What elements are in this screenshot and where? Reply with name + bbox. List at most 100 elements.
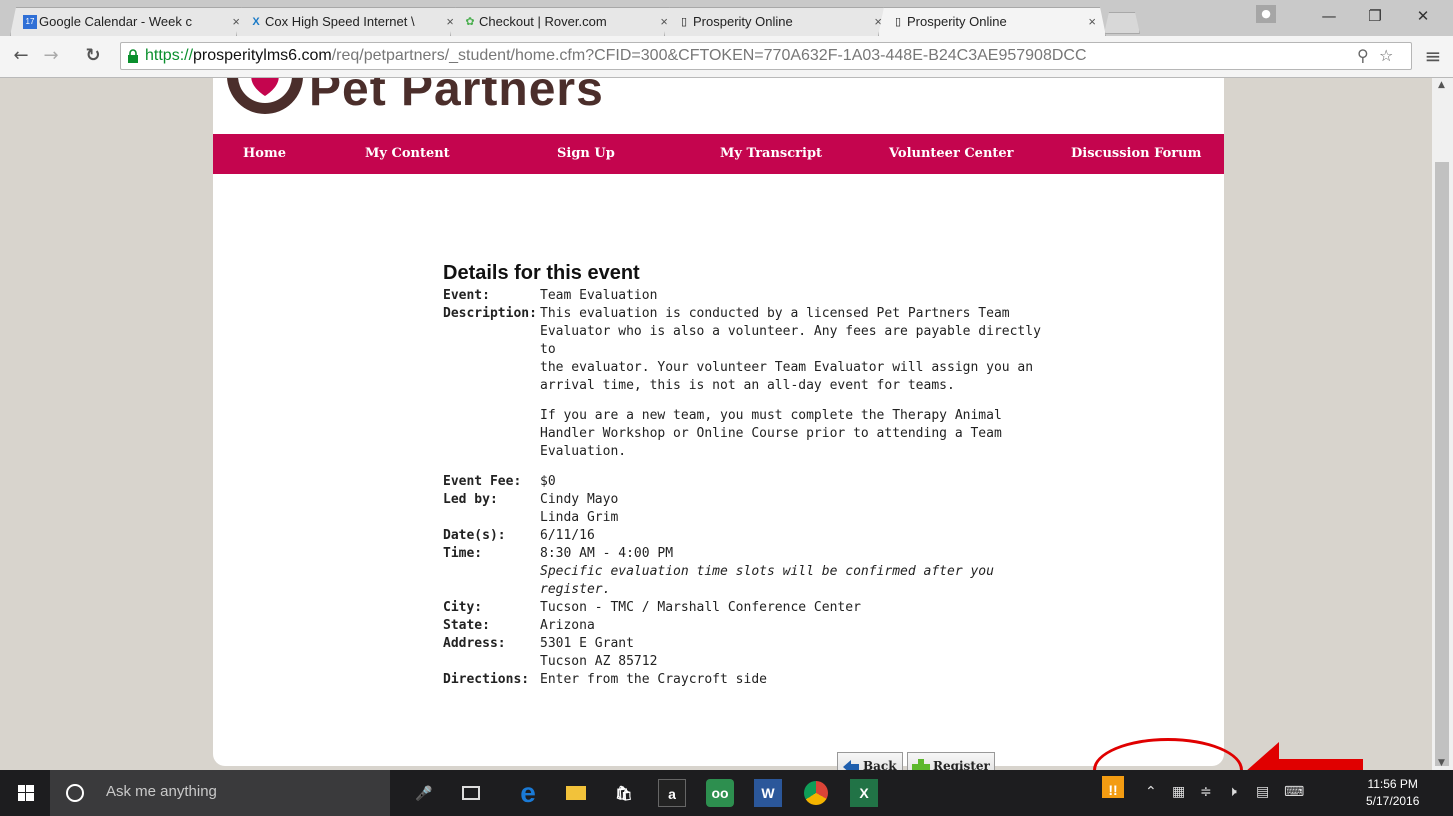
scroll-up-icon[interactable]: ▲ (1438, 80, 1445, 90)
description-line: Handler Workshop or Online Course prior … (540, 426, 1002, 441)
back-button[interactable]: Back (837, 752, 903, 770)
profile-icon[interactable]: ● (1256, 5, 1276, 23)
event-city: Tucson - TMC / Marshall Conference Cente… (540, 600, 861, 615)
fee-label: Event Fee: (443, 474, 522, 489)
content-card: Pet Partners Home My Content Sign Up My … (213, 78, 1363, 770)
file-explorer-icon[interactable] (562, 779, 590, 807)
description-label: Description: (443, 306, 537, 321)
microphone-icon[interactable]: 🎤 (410, 779, 438, 807)
amazon-icon[interactable]: a (658, 779, 686, 807)
forward-arrow-icon[interactable]: → (40, 45, 62, 67)
new-tab-button[interactable] (1104, 12, 1140, 34)
back-arrow-icon[interactable]: ← (10, 45, 32, 67)
close-icon[interactable]: × (1088, 14, 1096, 29)
browser-toolbar: ← → ↻ https://prosperitylms6.com/req/pet… (0, 36, 1453, 78)
word-icon[interactable]: W (754, 779, 782, 807)
edge-icon[interactable]: e (514, 779, 542, 807)
windows-taskbar: Ask me anything 🎤 e 🛍 a oo W X !! ⌃ ▦ ≑ … (0, 770, 1453, 816)
notification-alert-icon[interactable]: !! (1102, 776, 1124, 798)
description-line: If you are a new team, you must complete… (540, 408, 1002, 423)
tab-label: Cox High Speed Internet \ (265, 14, 415, 29)
leader-name: Linda Grim (540, 510, 619, 525)
reload-icon[interactable]: ↻ (82, 45, 104, 67)
task-view-icon[interactable] (462, 786, 480, 800)
dates-label: Date(s): (443, 528, 506, 543)
browser-tab-bar: 17 Google Calendar - Week c × X Cox High… (0, 0, 1453, 36)
store-icon[interactable]: 🛍 (610, 779, 638, 807)
menu-icon[interactable]: ≡ (1424, 44, 1442, 68)
time-note: Specific evaluation time slots will be c… (540, 564, 994, 597)
red-arrow-annotation (1247, 742, 1363, 770)
scroll-down-icon[interactable]: ▼ (1438, 758, 1445, 768)
system-clock[interactable]: 11:56 PM 5/17/2016 (1366, 776, 1419, 810)
tab-rover-checkout[interactable]: ✿ Checkout | Rover.com × (450, 7, 678, 36)
tab-label: Checkout | Rover.com (479, 14, 607, 29)
keyboard-icon[interactable]: ⌨ (1284, 784, 1304, 800)
battery-icon[interactable]: ▦ (1172, 784, 1185, 800)
zoom-icon[interactable]: ⚲ (1357, 46, 1369, 65)
nav-my-content[interactable]: My Content (365, 146, 450, 161)
minimize-icon[interactable]: — (1306, 4, 1352, 28)
page-icon: ▯ (680, 16, 688, 28)
leader-name: Cindy Mayo (540, 492, 619, 507)
event-state: Arizona (540, 618, 595, 633)
nav-volunteer-center[interactable]: Volunteer Center (889, 146, 1014, 161)
page-icon: ▯ (894, 16, 902, 28)
clock-time: 11:56 PM (1367, 777, 1418, 791)
restore-icon[interactable]: ❐ (1352, 4, 1398, 28)
directions-label: Directions: (443, 672, 530, 687)
chevron-up-icon[interactable]: ⌃ (1145, 784, 1157, 800)
event-directions: Enter from the Craycroft side (540, 672, 767, 687)
logo-wordmark: Pet Partners (309, 78, 604, 116)
nav-sign-up[interactable]: Sign Up (557, 146, 615, 161)
tab-google-calendar[interactable]: 17 Google Calendar - Week c × (10, 7, 250, 36)
address-label: Address: (443, 636, 506, 651)
description-line: Evaluator who is also a volunteer. Any f… (540, 324, 1041, 357)
wifi-icon[interactable]: ≑ (1200, 784, 1212, 800)
event-fee: $0 (540, 474, 556, 489)
heart-logo-icon (227, 78, 303, 114)
state-label: State: (443, 618, 490, 633)
clock-date: 5/17/2016 (1366, 794, 1420, 808)
pet-partners-logo[interactable]: Pet Partners (223, 78, 643, 138)
tripadvisor-icon[interactable]: oo (706, 779, 734, 807)
page-viewport: Pet Partners Home My Content Sign Up My … (0, 78, 1432, 770)
chrome-icon[interactable] (802, 779, 830, 807)
url-text: https://prosperitylms6.com/req/petpartne… (145, 47, 1087, 64)
plus-icon (912, 759, 930, 770)
event-name: Team Evaluation (540, 288, 658, 303)
address-bar[interactable]: https://prosperitylms6.com/req/petpartne… (120, 42, 1412, 70)
nav-my-transcript[interactable]: My Transcript (720, 146, 822, 161)
address-line: Tucson AZ 85712 (540, 654, 658, 669)
windows-start-icon[interactable] (18, 785, 34, 801)
tab-prosperity-online-active[interactable]: ▯ Prosperity Online × (878, 7, 1106, 36)
search-placeholder: Ask me anything (106, 783, 217, 800)
site-nav: Home My Content Sign Up My Transcript Vo… (213, 134, 1224, 174)
excel-icon[interactable]: X (850, 779, 878, 807)
bookmark-star-icon[interactable]: ☆ (1379, 46, 1393, 65)
event-dates: 6/11/16 (540, 528, 595, 543)
tab-prosperity-online-1[interactable]: ▯ Prosperity Online × (664, 7, 892, 36)
vertical-scrollbar[interactable]: ▲ ▼ (1432, 78, 1453, 770)
register-button-label: Register (933, 759, 990, 770)
cortana-icon (66, 784, 84, 802)
back-arrow-icon (843, 760, 859, 770)
calendar-icon: 17 (23, 15, 37, 29)
scroll-thumb[interactable] (1435, 162, 1449, 766)
register-button[interactable]: Register (907, 752, 995, 770)
cox-icon: X (252, 16, 260, 28)
lock-icon (128, 49, 138, 63)
tab-label: Prosperity Online (693, 14, 793, 29)
description-line: the evaluator. Your volunteer Team Evalu… (540, 360, 1034, 375)
nav-discussion-forum[interactable]: Discussion Forum (1071, 146, 1201, 161)
address-line: 5301 E Grant (540, 636, 634, 651)
tab-cox-internet[interactable]: X Cox High Speed Internet \ × (236, 7, 464, 36)
event-time: 8:30 AM - 4:00 PM (540, 546, 674, 561)
tab-label: Prosperity Online (907, 14, 1007, 29)
nav-home[interactable]: Home (243, 146, 286, 161)
cortana-search-box[interactable]: Ask me anything 🎤 (50, 770, 433, 816)
action-center-icon[interactable]: ▤ (1256, 784, 1269, 800)
tab-label: Google Calendar - Week c (39, 14, 192, 29)
volume-icon[interactable]: 🕨 (1228, 784, 1237, 800)
window-close-icon[interactable]: ✕ (1400, 4, 1446, 28)
